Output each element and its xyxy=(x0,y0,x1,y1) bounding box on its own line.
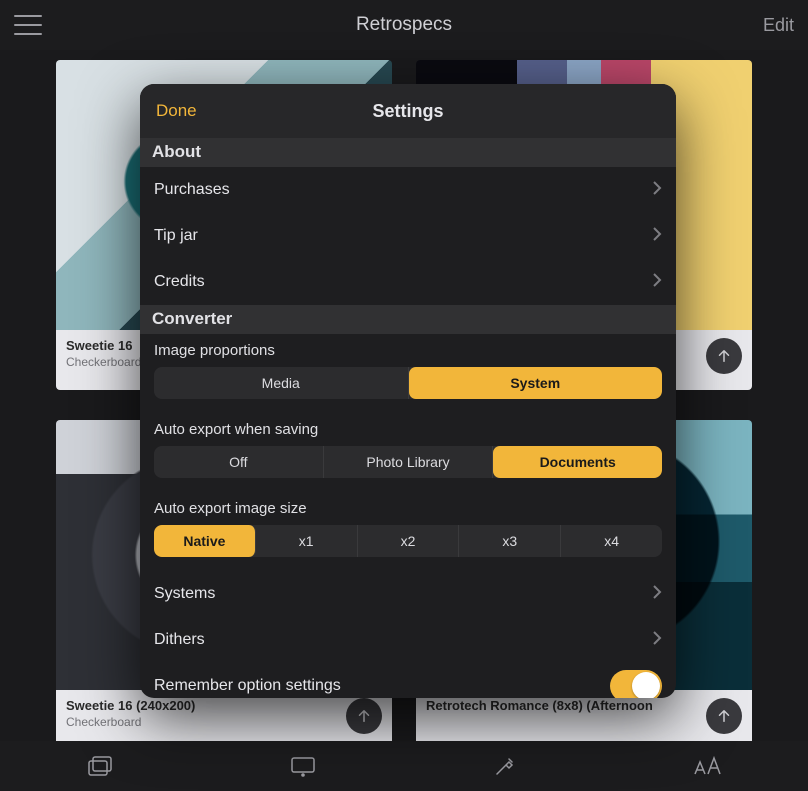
arrow-up-icon xyxy=(355,707,373,725)
monitor-icon xyxy=(288,754,318,778)
row-dithers[interactable]: Dithers xyxy=(140,617,676,663)
segment-x4[interactable]: x4 xyxy=(561,525,662,557)
toggle-knob xyxy=(632,672,660,698)
row-label: Systems xyxy=(154,585,215,603)
tab-eyedropper[interactable] xyxy=(485,750,525,782)
cards-icon xyxy=(86,754,116,778)
tab-text[interactable] xyxy=(687,750,727,782)
segment-system[interactable]: System xyxy=(409,367,663,399)
share-button[interactable] xyxy=(706,698,742,734)
app-root: Retrospecs Edit Sweetie 16 Checkerboard xyxy=(0,0,808,791)
text-size-icon xyxy=(691,754,723,778)
menu-icon[interactable] xyxy=(14,15,42,35)
modal-header: Done Settings xyxy=(140,84,676,138)
edit-button[interactable]: Edit xyxy=(763,15,794,36)
eyedropper-icon xyxy=(492,753,518,779)
chevron-right-icon xyxy=(652,630,662,651)
segment-x1[interactable]: x1 xyxy=(256,525,358,557)
tab-display[interactable] xyxy=(283,750,323,782)
row-remember-settings: Remember option settings xyxy=(140,663,676,698)
segment-documents[interactable]: Documents xyxy=(493,446,662,478)
row-tip-jar[interactable]: Tip jar xyxy=(140,213,676,259)
done-button[interactable]: Done xyxy=(156,101,197,121)
share-button[interactable] xyxy=(346,698,382,734)
row-label: Tip jar xyxy=(154,227,198,245)
segment-x2[interactable]: x2 xyxy=(358,525,460,557)
label-auto-export: Auto export when saving xyxy=(140,413,676,446)
chevron-right-icon xyxy=(652,226,662,247)
segment-photo-library[interactable]: Photo Library xyxy=(324,446,494,478)
row-label: Credits xyxy=(154,273,205,291)
row-label: Dithers xyxy=(154,631,205,649)
segmented-image-proportions: Media System xyxy=(154,367,662,399)
top-bar: Retrospecs Edit xyxy=(0,0,808,50)
tab-gallery[interactable] xyxy=(81,750,121,782)
row-label: Remember option settings xyxy=(154,677,341,695)
card-title: Sweetie 16 (240x200) xyxy=(66,698,382,713)
section-header-about: About xyxy=(140,138,676,167)
remember-toggle[interactable] xyxy=(610,670,662,698)
row-label: Purchases xyxy=(154,181,230,199)
card-title: Retrotech Romance (8x8) (Afternoon xyxy=(426,698,742,713)
app-title: Retrospecs xyxy=(356,14,452,36)
bottom-tab-bar xyxy=(0,741,808,791)
chevron-right-icon xyxy=(652,272,662,293)
label-export-size: Auto export image size xyxy=(140,492,676,525)
segmented-export-size: Native x1 x2 x3 x4 xyxy=(154,525,662,557)
row-systems[interactable]: Systems xyxy=(140,571,676,617)
settings-modal: Done Settings About Purchases Tip jar Cr… xyxy=(140,84,676,698)
segment-media[interactable]: Media xyxy=(154,367,409,399)
modal-body[interactable]: About Purchases Tip jar Credits Converte… xyxy=(140,138,676,698)
section-header-converter: Converter xyxy=(140,305,676,334)
arrow-up-icon xyxy=(715,347,733,365)
chevron-right-icon xyxy=(652,180,662,201)
chevron-right-icon xyxy=(652,584,662,605)
share-button[interactable] xyxy=(706,338,742,374)
row-purchases[interactable]: Purchases xyxy=(140,167,676,213)
arrow-up-icon xyxy=(715,707,733,725)
label-image-proportions: Image proportions xyxy=(140,334,676,367)
segment-native[interactable]: Native xyxy=(154,525,256,557)
modal-title: Settings xyxy=(372,101,443,122)
segmented-auto-export: Off Photo Library Documents xyxy=(154,446,662,478)
row-credits[interactable]: Credits xyxy=(140,259,676,305)
card-subtitle: Checkerboard xyxy=(66,715,382,729)
segment-x3[interactable]: x3 xyxy=(459,525,561,557)
segment-off[interactable]: Off xyxy=(154,446,324,478)
